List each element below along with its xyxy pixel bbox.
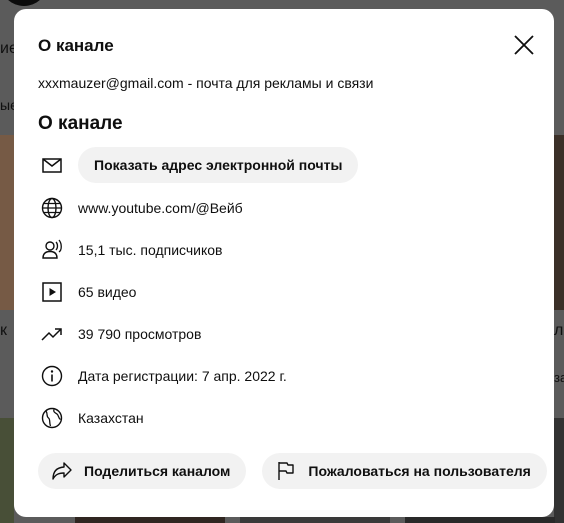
channel-url-row: www.youtube.com/@Вейб bbox=[38, 190, 243, 226]
country-name: Казахстан bbox=[78, 410, 144, 426]
videos-count: 65 видео bbox=[78, 284, 137, 300]
joined-row: Дата регистрации: 7 апр. 2022 г. bbox=[38, 358, 287, 394]
subscribers-icon bbox=[38, 236, 66, 264]
section-title: О канале bbox=[38, 113, 123, 134]
dialog-actions: Поделиться каналом Пожаловаться на польз… bbox=[38, 453, 547, 489]
report-user-button[interactable]: Пожаловаться на пользователя bbox=[262, 453, 547, 489]
share-icon bbox=[52, 462, 72, 480]
location-globe-icon bbox=[38, 404, 66, 432]
close-icon bbox=[514, 35, 534, 55]
mail-icon bbox=[38, 151, 66, 179]
info-icon bbox=[38, 362, 66, 390]
subscribers-count: 15,1 тыс. подписчиков bbox=[78, 242, 223, 258]
show-email-button[interactable]: Показать адрес электронной почты bbox=[78, 147, 359, 183]
subscribers-row: 15,1 тыс. подписчиков bbox=[38, 232, 222, 268]
report-user-label: Пожаловаться на пользователя bbox=[308, 463, 531, 479]
close-button[interactable] bbox=[508, 29, 540, 61]
globe-icon bbox=[38, 194, 66, 222]
trending-icon bbox=[38, 320, 66, 348]
channel-description: xxxmauzer@gmail.com - почта для рекламы … bbox=[38, 75, 374, 91]
share-channel-label: Поделиться каналом bbox=[84, 463, 231, 479]
dialog-title: О канале bbox=[38, 36, 114, 55]
videos-row: 65 видео bbox=[38, 274, 136, 310]
about-channel-dialog: О канале xxxmauzer@gmail.com - почта для… bbox=[14, 9, 554, 517]
share-channel-button[interactable]: Поделиться каналом bbox=[38, 453, 247, 489]
country-row: Казахстан bbox=[38, 400, 144, 436]
join-date: Дата регистрации: 7 апр. 2022 г. bbox=[78, 368, 287, 384]
views-row: 39 790 просмотров bbox=[38, 316, 201, 352]
channel-url-link[interactable]: www.youtube.com/@Вейб bbox=[78, 200, 243, 216]
email-row: Показать адрес электронной почты bbox=[38, 147, 359, 183]
video-icon bbox=[38, 278, 66, 306]
views-count: 39 790 просмотров bbox=[78, 326, 202, 342]
flag-icon bbox=[278, 462, 295, 480]
